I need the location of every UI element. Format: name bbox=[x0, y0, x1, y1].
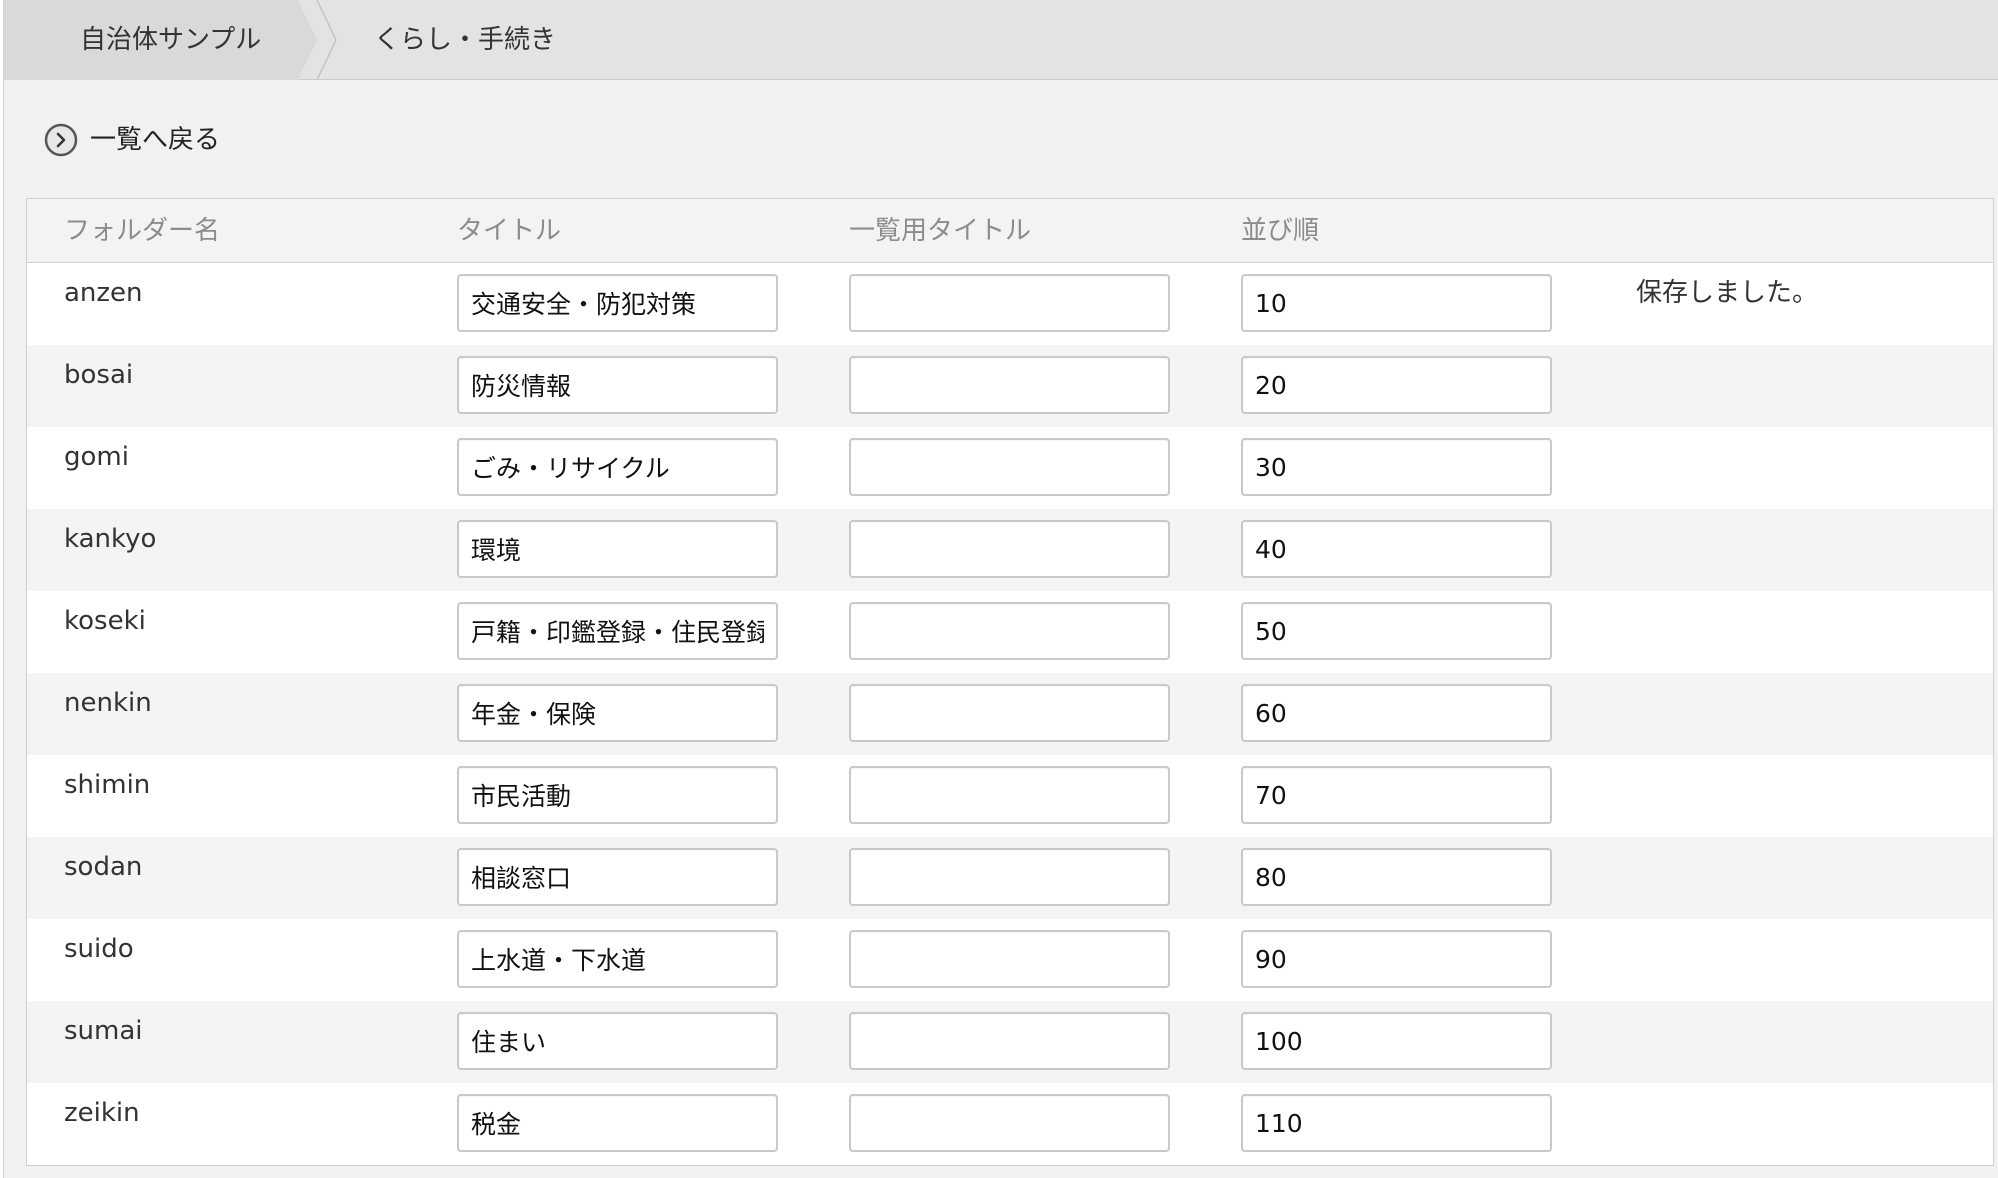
table-row: sumai bbox=[27, 1001, 1993, 1083]
table-row: zeikin bbox=[27, 1083, 1993, 1165]
sort-order-input[interactable] bbox=[1241, 1094, 1552, 1152]
sort-order-input[interactable] bbox=[1241, 1012, 1552, 1070]
table-row: anzen 保存しました。 bbox=[27, 263, 1993, 345]
table-row: sodan bbox=[27, 837, 1993, 919]
header-folder-name: フォルダー名 bbox=[64, 216, 221, 246]
folder-name: bosai bbox=[64, 360, 134, 390]
title-input[interactable] bbox=[457, 930, 778, 988]
folder-name: suido bbox=[64, 934, 134, 964]
list-title-input[interactable] bbox=[849, 438, 1170, 496]
sort-order-input[interactable] bbox=[1241, 356, 1552, 414]
list-title-input[interactable] bbox=[849, 848, 1170, 906]
sort-order-input[interactable] bbox=[1241, 930, 1552, 988]
back-to-list-link[interactable]: 一覧へ戻る bbox=[44, 121, 220, 159]
folder-name: gomi bbox=[64, 442, 129, 472]
folder-name: sumai bbox=[64, 1016, 143, 1046]
header-title: タイトル bbox=[457, 216, 562, 246]
title-input[interactable] bbox=[457, 1094, 778, 1152]
table-row: gomi bbox=[27, 427, 1993, 509]
table-row: kankyo bbox=[27, 509, 1993, 591]
list-title-input[interactable] bbox=[849, 684, 1170, 742]
list-title-input[interactable] bbox=[849, 520, 1170, 578]
breadcrumb-item-current: くらし・手続き bbox=[374, 25, 557, 55]
table-header: フォルダー名 タイトル 一覧用タイトル 並び順 bbox=[27, 199, 1993, 263]
folder-name: shimin bbox=[64, 770, 151, 800]
sort-order-input[interactable] bbox=[1241, 848, 1552, 906]
list-title-input[interactable] bbox=[849, 930, 1170, 988]
title-input[interactable] bbox=[457, 602, 778, 660]
title-input[interactable] bbox=[457, 438, 778, 496]
back-to-list-label: 一覧へ戻る bbox=[90, 125, 221, 155]
title-input[interactable] bbox=[457, 356, 778, 414]
sort-order-input[interactable] bbox=[1241, 684, 1552, 742]
list-title-input[interactable] bbox=[849, 766, 1170, 824]
breadcrumb-item-home[interactable]: 自治体サンプル bbox=[80, 22, 261, 58]
title-input[interactable] bbox=[457, 520, 778, 578]
save-status: 保存しました。 bbox=[1636, 278, 1819, 308]
list-title-input[interactable] bbox=[849, 1012, 1170, 1070]
list-title-input[interactable] bbox=[849, 1094, 1170, 1152]
breadcrumb-separator-icon bbox=[316, 0, 337, 80]
folder-name: kankyo bbox=[64, 524, 157, 554]
title-input[interactable] bbox=[457, 1012, 778, 1070]
title-input[interactable] bbox=[457, 848, 778, 906]
table-row: bosai bbox=[27, 345, 1993, 427]
folder-table: フォルダー名 タイトル 一覧用タイトル 並び順 anzen 保存しました。 bo… bbox=[26, 198, 1994, 1166]
sort-order-input[interactable] bbox=[1241, 520, 1552, 578]
sort-order-input[interactable] bbox=[1241, 274, 1552, 332]
title-input[interactable] bbox=[457, 766, 778, 824]
main-frame: 自治体サンプル くらし・手続き 一覧へ戻る フォルダー名 タイトル 一覧用タイト… bbox=[3, 0, 1998, 1178]
title-input[interactable] bbox=[457, 274, 778, 332]
folder-name: anzen bbox=[64, 278, 143, 308]
list-title-input[interactable] bbox=[849, 356, 1170, 414]
table-row: shimin bbox=[27, 755, 1993, 837]
title-input[interactable] bbox=[457, 684, 778, 742]
folder-name: koseki bbox=[64, 606, 146, 636]
chevron-right-circle-icon bbox=[44, 123, 78, 157]
header-sort-order: 並び順 bbox=[1241, 216, 1320, 246]
folder-name: zeikin bbox=[64, 1098, 140, 1128]
sort-order-input[interactable] bbox=[1241, 438, 1552, 496]
table-row: koseki bbox=[27, 591, 1993, 673]
breadcrumb: 自治体サンプル くらし・手続き bbox=[4, 0, 1998, 80]
table-row: nenkin bbox=[27, 673, 1993, 755]
table-row: suido bbox=[27, 919, 1993, 1001]
header-list-title: 一覧用タイトル bbox=[849, 216, 1032, 246]
sort-order-input[interactable] bbox=[1241, 766, 1552, 824]
sort-order-input[interactable] bbox=[1241, 602, 1552, 660]
list-title-input[interactable] bbox=[849, 602, 1170, 660]
folder-name: nenkin bbox=[64, 688, 152, 718]
list-title-input[interactable] bbox=[849, 274, 1170, 332]
folder-name: sodan bbox=[64, 852, 143, 882]
